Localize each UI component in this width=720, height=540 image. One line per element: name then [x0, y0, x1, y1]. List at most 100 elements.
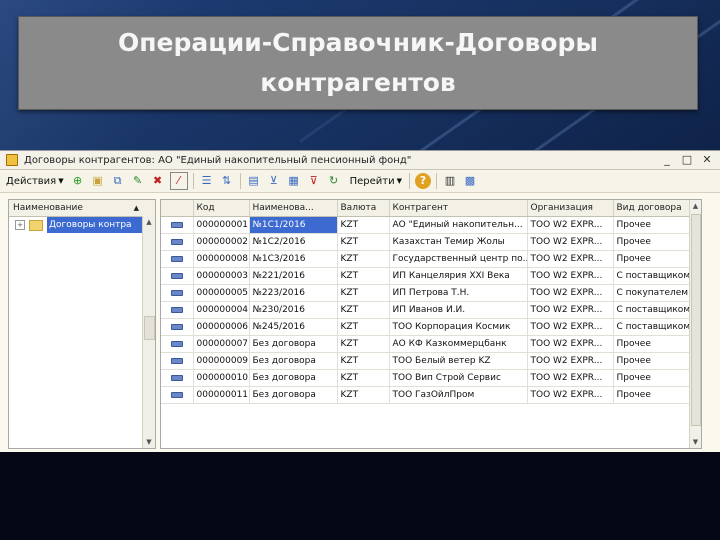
cell-currency[interactable]: KZT [337, 250, 390, 268]
cell-currency[interactable]: KZT [337, 318, 390, 336]
expand-icon[interactable]: + [15, 220, 25, 230]
cell-name[interactable]: Без договора [249, 369, 338, 387]
cell-name[interactable]: Без договора [249, 386, 338, 404]
cell-code[interactable]: 000000011 [193, 386, 250, 404]
scroll-up-icon[interactable]: ▲ [690, 200, 701, 212]
add-icon[interactable]: ⊕ [70, 173, 86, 189]
cell-contract-type[interactable]: Прочее [613, 216, 690, 234]
actions-menu[interactable]: Действия ▼ [0, 176, 68, 187]
cell-currency[interactable]: KZT [337, 216, 390, 234]
refresh-icon[interactable]: ↻ [326, 173, 342, 189]
cell-code[interactable]: 000000007 [193, 335, 250, 353]
cell-code[interactable]: 000000001 [193, 216, 250, 234]
scroll-thumb[interactable] [144, 316, 155, 340]
col-header-currency[interactable]: Валюта [337, 200, 390, 217]
col-header-icon[interactable] [161, 200, 194, 217]
cell-organization[interactable]: ТОО W2 EXPR... [527, 216, 614, 234]
cell-organization[interactable]: ТОО W2 EXPR... [527, 301, 614, 319]
cell-currency[interactable]: KZT [337, 284, 390, 302]
table-row[interactable]: 000000007 Без договора KZT АО КФ Казкомм… [161, 335, 690, 353]
col-header-organization[interactable]: Организация [527, 200, 614, 217]
cell-name[interactable]: №1С2/2016 [249, 233, 338, 251]
cell-code[interactable]: 000000005 [193, 284, 250, 302]
cell-counterparty[interactable]: ТОО Белый ветер KZ [389, 352, 528, 370]
cell-name[interactable]: №223/2016 [249, 284, 338, 302]
cell-code[interactable]: 000000002 [193, 233, 250, 251]
cell-name[interactable]: Без договора [249, 352, 338, 370]
col-header-code[interactable]: Код [193, 200, 250, 217]
cell-contract-type[interactable]: С покупателем [613, 284, 690, 302]
columns-icon[interactable]: ▥ [442, 173, 458, 189]
cell-code[interactable]: 000000009 [193, 352, 250, 370]
cell-code[interactable]: 000000003 [193, 267, 250, 285]
maximize-button[interactable]: □ [680, 153, 694, 167]
col-header-name[interactable]: Наименова... [249, 200, 338, 217]
cell-name[interactable]: №245/2016 [249, 318, 338, 336]
cell-contract-type[interactable]: С поставщиком [613, 267, 690, 285]
close-button[interactable]: ✕ [700, 153, 714, 167]
table-row[interactable]: 000000011 Без договора KZT ТОО ГазОйлПро… [161, 386, 690, 404]
cell-counterparty[interactable]: ИП Петрова Т.Н. [389, 284, 528, 302]
cell-counterparty[interactable]: ТОО ГазОйлПром [389, 386, 528, 404]
scroll-down-icon[interactable]: ▼ [143, 436, 155, 448]
delete-icon[interactable]: ✖ [150, 173, 166, 189]
cell-counterparty[interactable]: АО "Единый накопительн... [389, 216, 528, 234]
table-row[interactable]: 000000005 №223/2016 KZT ИП Петрова Т.Н. … [161, 284, 690, 302]
cell-name[interactable]: №221/2016 [249, 267, 338, 285]
cell-name[interactable]: Без договора [249, 335, 338, 353]
copy-icon[interactable]: ⧉ [110, 173, 126, 189]
filter-list-icon[interactable]: ▦ [286, 173, 302, 189]
cell-name[interactable]: №1С1/2016 [249, 216, 338, 234]
cell-counterparty[interactable]: Казахстан Темир Жолы [389, 233, 528, 251]
add-folder-icon[interactable]: ▣ [90, 173, 106, 189]
minimize-button[interactable]: _ [660, 153, 674, 167]
grid-scrollbar[interactable]: ▲ ▼ [689, 200, 701, 448]
cell-contract-type[interactable]: С поставщиком [613, 318, 690, 336]
cell-code[interactable]: 000000008 [193, 250, 250, 268]
cell-contract-type[interactable]: Прочее [613, 352, 690, 370]
clear-filter-icon[interactable]: ⊽ [306, 173, 322, 189]
cell-currency[interactable]: KZT [337, 386, 390, 404]
cell-code[interactable]: 000000010 [193, 369, 250, 387]
mark-delete-icon[interactable]: ⁄ [169, 172, 188, 190]
table-row[interactable]: 000000009 Без договора KZT ТОО Белый вет… [161, 352, 690, 370]
cell-contract-type[interactable]: Прочее [613, 250, 690, 268]
cell-organization[interactable]: ТОО W2 EXPR... [527, 233, 614, 251]
table-row[interactable]: 000000003 №221/2016 KZT ИП Канцелярия XX… [161, 267, 690, 285]
table-row[interactable]: 000000002 №1С2/2016 KZT Казахстан Темир … [161, 233, 690, 251]
cell-currency[interactable]: KZT [337, 233, 390, 251]
goto-menu[interactable]: Перейти ▼ [344, 176, 406, 187]
cell-contract-type[interactable]: Прочее [613, 335, 690, 353]
scroll-up-icon[interactable]: ▲ [143, 216, 155, 228]
cell-code[interactable]: 000000006 [193, 318, 250, 336]
cell-counterparty[interactable]: АО КФ Казкоммерцбанк [389, 335, 528, 353]
table-row[interactable]: 000000008 №1С3/2016 KZT Государственный … [161, 250, 690, 268]
col-header-contract-type[interactable]: Вид договора [613, 200, 690, 217]
cell-organization[interactable]: ТОО W2 EXPR... [527, 352, 614, 370]
scroll-down-icon[interactable]: ▼ [690, 436, 701, 448]
cell-currency[interactable]: KZT [337, 301, 390, 319]
col-header-counterparty[interactable]: Контрагент [389, 200, 528, 217]
cell-organization[interactable]: ТОО W2 EXPR... [527, 335, 614, 353]
cell-name[interactable]: №230/2016 [249, 301, 338, 319]
tree-item[interactable]: + Договоры контра [9, 217, 155, 233]
table-row[interactable]: 000000006 №245/2016 KZT ТОО Корпорация К… [161, 318, 690, 336]
cell-name[interactable]: №1С3/2016 [249, 250, 338, 268]
settings-icon[interactable]: ▩ [462, 173, 478, 189]
move-icon[interactable]: ⇅ [219, 173, 235, 189]
cell-counterparty[interactable]: ТОО Вип Строй Сервис [389, 369, 528, 387]
table-row[interactable]: 000000010 Без договора KZT ТОО Вип Строй… [161, 369, 690, 387]
cell-contract-type[interactable]: Прочее [613, 369, 690, 387]
edit-icon[interactable]: ✎ [130, 173, 146, 189]
cell-counterparty[interactable]: ИП Канцелярия XXI Века [389, 267, 528, 285]
filter-icon[interactable]: ⊻ [266, 173, 282, 189]
tree-scrollbar[interactable]: ▲ ▼ [142, 216, 155, 448]
cell-currency[interactable]: KZT [337, 369, 390, 387]
cell-organization[interactable]: ТОО W2 EXPR... [527, 267, 614, 285]
table-row[interactable]: 000000004 №230/2016 KZT ИП Иванов И.И. Т… [161, 301, 690, 319]
cell-contract-type[interactable]: Прочее [613, 386, 690, 404]
cell-organization[interactable]: ТОО W2 EXPR... [527, 386, 614, 404]
cell-contract-type[interactable]: Прочее [613, 233, 690, 251]
cell-code[interactable]: 000000004 [193, 301, 250, 319]
cell-currency[interactable]: KZT [337, 267, 390, 285]
